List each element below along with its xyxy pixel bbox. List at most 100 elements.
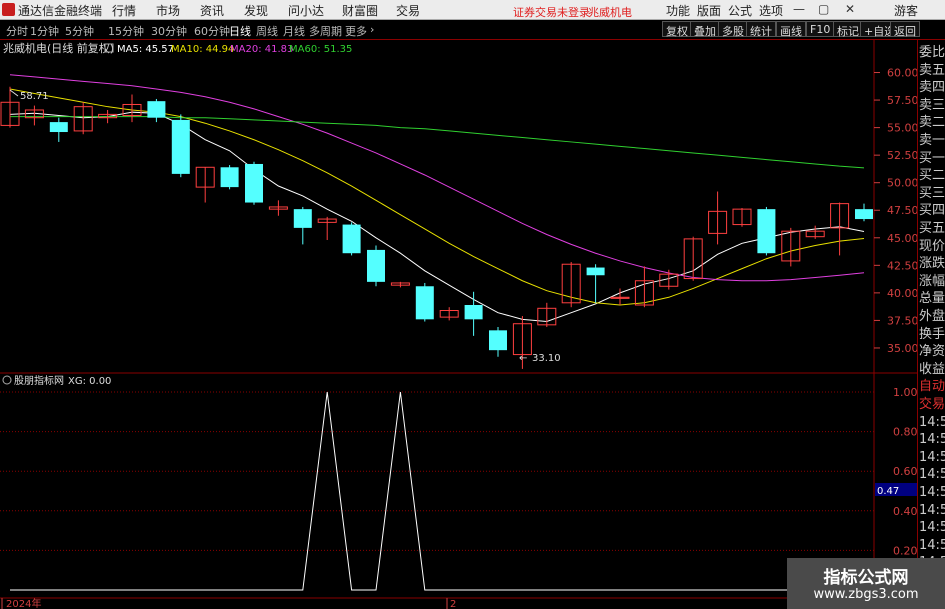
ma20-line [9, 74, 865, 282]
period-tab-5min[interactable]: 5分钟 [65, 23, 94, 39]
candle-body-down [757, 209, 776, 254]
menu-item-market[interactable]: 市场 [156, 2, 180, 19]
menu-item-wealth[interactable]: 财富圈 [342, 2, 378, 19]
quote-panel-row: 换手 [919, 326, 945, 342]
back-button[interactable]: 返回 [890, 21, 920, 38]
ma60-line [10, 116, 865, 169]
f10-button[interactable]: F10 [806, 21, 835, 37]
indicator-settings-icon[interactable] [2, 375, 12, 385]
quote-panel-row: 卖五 [919, 62, 945, 78]
period-tab-1min[interactable]: 1分钟 [30, 23, 59, 39]
quote-panel-row: 自动 [919, 379, 945, 395]
period-tab-multi[interactable]: 多周期 [309, 23, 342, 39]
quote-panel-row: 现价 [919, 238, 945, 254]
menu-item-quotes[interactable]: 行情 [112, 2, 136, 19]
price-tick-label: 42.50 [887, 259, 917, 272]
moving-average-lines [9, 74, 865, 323]
quote-panel-row: 14:56 [919, 537, 945, 553]
menu-item-news[interactable]: 资讯 [200, 2, 224, 19]
candle-body-down [293, 209, 312, 228]
close-icon[interactable]: ✕ [845, 2, 855, 16]
quote-panel-row: 净资 [919, 344, 945, 360]
quote-panel-row: 收益 [919, 361, 945, 377]
candle-body-down [49, 122, 68, 133]
candle-body-down [415, 286, 434, 320]
quote-panel-row: 买一 [919, 150, 945, 166]
draw-line-button[interactable]: 画线 [776, 21, 806, 38]
quote-panel-row: 14:56 [919, 449, 945, 465]
high-pointer-icon [9, 89, 19, 97]
overlay-button[interactable]: 叠加 [690, 21, 720, 38]
period-tab-intraday[interactable]: 分时 [6, 23, 28, 39]
price-tick-label: 45.00 [887, 232, 917, 245]
statistics-button[interactable]: 统计 [746, 21, 776, 38]
ma60-label: MA60: 51.35 [289, 44, 352, 55]
menu-item-options[interactable]: 选项 [759, 2, 783, 19]
adjust-button[interactable]: 复权 [662, 21, 692, 38]
menu-item-discover[interactable]: 发现 [244, 2, 268, 19]
quote-panel-row: 14:56 [919, 502, 945, 518]
quote-panel-row: 买二 [919, 168, 945, 184]
date-label-year: 2024年 [6, 597, 41, 609]
menu-item-layout[interactable]: 版面 [697, 2, 721, 19]
quote-panel-row: 14:56 [919, 467, 945, 483]
price-tick-label: 57.50 [887, 94, 917, 107]
user-label[interactable]: 游客 [894, 2, 918, 19]
ma20-label: MA20: 41.83 [230, 44, 293, 55]
quote-panel-row: 交易 [919, 397, 945, 412]
period-tab-60min[interactable]: 60分钟 [194, 23, 230, 39]
candle-body-down [245, 163, 263, 203]
price-tick-label: 40.00 [887, 287, 917, 300]
price-grid [874, 72, 880, 349]
menu-item-formula[interactable]: 公式 [728, 2, 752, 19]
watermark-title: 指标公式网 [823, 568, 909, 588]
period-tab-monthly[interactable]: 月线 [283, 23, 305, 39]
minimize-icon[interactable]: — [793, 2, 805, 16]
ma10-label: MA10: 44.94 [171, 44, 234, 55]
quote-panel-row: 14:56 [919, 485, 945, 500]
candle-body-down [342, 224, 361, 254]
period-tab-15min[interactable]: 15分钟 [108, 23, 144, 39]
quote-panel-row: 14:56 [919, 432, 945, 448]
indicator-value: XG: 0.00 [68, 376, 111, 387]
ma10-line [9, 88, 865, 306]
quote-panel-row: 买三 [919, 185, 945, 201]
candle-body-down [464, 304, 483, 320]
price-tick-label: 55.00 [887, 122, 917, 135]
candle-body-down [489, 330, 507, 351]
watermark-url: www.zbgs3.com [813, 587, 919, 602]
app-logo-icon [2, 3, 15, 16]
mark-button[interactable]: 标记 [833, 21, 863, 38]
quote-panel-row: 卖三 [919, 97, 945, 113]
menu-item-function[interactable]: 功能 [666, 2, 690, 19]
low-pointer-icon: ← [519, 353, 527, 364]
menu-item-trade[interactable]: 交易 [396, 2, 420, 19]
quote-panel-row: 卖四 [919, 80, 945, 96]
quote-panel-row: 卖一 [919, 133, 945, 148]
multi-stock-button[interactable]: 多股 [718, 21, 748, 38]
indicator-tick-label: 0.20 [893, 544, 917, 557]
candle-body-down [220, 167, 239, 188]
indicator-tick-label: 1.00 [893, 386, 917, 399]
more-chevron-icon[interactable]: › [370, 23, 374, 36]
low-price-annotation: 33.10 [532, 353, 561, 364]
price-tick-label: 50.00 [887, 177, 917, 190]
period-tab-daily[interactable]: 日线 [229, 23, 251, 39]
menu-item-assistant[interactable]: 问小达 [288, 2, 324, 19]
period-tab-more[interactable]: 更多 [345, 23, 367, 39]
login-warning[interactable]: 证券交易未登录 [513, 4, 590, 20]
period-tab-weekly[interactable]: 周线 [256, 23, 278, 39]
period-tab-30min[interactable]: 30分钟 [151, 23, 187, 39]
quote-panel-row: 委比 [919, 45, 945, 60]
restore-icon[interactable]: ▢ [818, 2, 829, 16]
menu-bar: 通达信金融终端 行情 市场 资讯 发现 问小达 财富圈 交易 证券交易未登录 兆… [0, 0, 945, 20]
quote-panel-row: 买五 [919, 221, 945, 236]
quote-panel-row: 买四 [919, 203, 945, 219]
kline-chart[interactable]: 60.00 57.50 55.00 52.50 50.00 47.50 45.00 42.50… [0, 40, 917, 609]
indicator-tick-label: 0.60 [893, 465, 917, 478]
indicator-tick-label: 0.40 [893, 505, 917, 518]
price-tick-label: 52.50 [887, 149, 917, 162]
xg-polyline [10, 391, 864, 591]
quote-panel-row: 涨跌 [919, 256, 945, 272]
quote-panel-row: 14:56 [919, 414, 945, 430]
